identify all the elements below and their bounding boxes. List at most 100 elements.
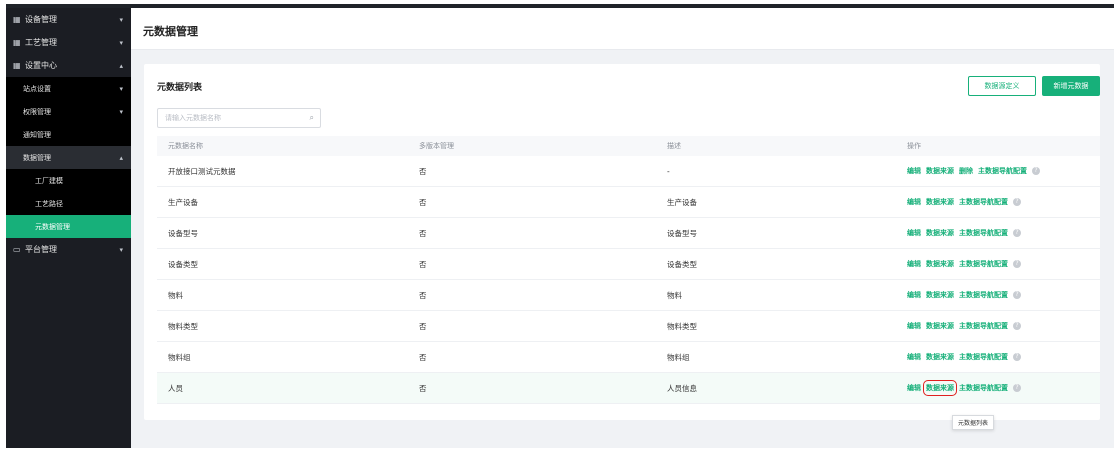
sidebar-item-label: 数据管理: [23, 153, 51, 162]
monitor-icon: ▭: [13, 245, 21, 254]
data-source-link[interactable]: 数据来源: [926, 290, 954, 300]
cell-actions: 编辑 数据来源 主数据导航配置 ?: [903, 228, 1100, 238]
cell-multiversion: 否: [419, 321, 427, 331]
sidebar-item-factory-modeling[interactable]: 工厂建模: [6, 169, 131, 192]
data-source-link[interactable]: 数据来源: [923, 380, 957, 396]
master-data-nav-config-link[interactable]: 主数据导航配置: [978, 166, 1027, 176]
edit-link[interactable]: 编辑: [907, 228, 921, 238]
table-row: 设备类型 否 设备类型 编辑 数据来源 主数据导航配置 ?: [157, 249, 1100, 280]
cell-description: 物料组: [667, 352, 690, 362]
sidebar-item-label: 设备管理: [25, 15, 57, 24]
grid-icon: ▦: [13, 61, 21, 70]
cell-actions: 编辑 数据来源 主数据导航配置 ?: [903, 352, 1100, 362]
sidebar-item-label: 工厂建模: [35, 176, 63, 185]
help-icon[interactable]: ?: [1013, 384, 1021, 392]
data-source-link[interactable]: 数据来源: [926, 228, 954, 238]
help-icon[interactable]: ?: [1013, 291, 1021, 299]
sidebar-item-label: 通知管理: [23, 130, 51, 139]
sidebar-item-process-management[interactable]: ▦ 工艺管理 ▾: [6, 31, 131, 54]
page-header: 元数据管理: [131, 8, 1114, 50]
help-icon[interactable]: ?: [1013, 229, 1021, 237]
sidebar-item-label: 站点设置: [23, 84, 51, 93]
sidebar-item-permission-management[interactable]: 权限管理 ▾: [6, 100, 131, 123]
table-row: 物料 否 物料 编辑 数据来源 主数据导航配置 ?: [157, 280, 1100, 311]
card-title: 元数据列表: [157, 83, 203, 93]
master-data-nav-config-link[interactable]: 主数据导航配置: [959, 259, 1008, 269]
data-source-link[interactable]: 数据来源: [926, 352, 954, 362]
cell-description: 物料: [667, 290, 682, 300]
sidebar-item-label: 权限管理: [23, 107, 51, 116]
cell-multiversion: 否: [419, 383, 427, 393]
cell-multiversion: 否: [419, 197, 427, 207]
help-icon[interactable]: ?: [1013, 322, 1021, 330]
sidebar-item-process-route[interactable]: 工艺路径: [6, 192, 131, 215]
master-data-nav-config-link[interactable]: 主数据导航配置: [959, 383, 1008, 393]
delete-link[interactable]: 删除: [959, 166, 973, 176]
sidebar-submenu-settings: 站点设置 ▾ 权限管理 ▾ 通知管理 数据管理 ▴ 工厂建模 工艺路径 元数据管…: [6, 77, 131, 238]
cell-name: 物料组: [168, 352, 191, 362]
chevron-down-icon: ▾: [119, 15, 123, 24]
table-header: 元数据名称 多版本管理 描述 操作: [157, 136, 1100, 156]
sidebar-item-settings-center[interactable]: ▦ 设置中心 ▴: [6, 54, 131, 77]
sidebar-item-site-settings[interactable]: 站点设置 ▾: [6, 77, 131, 100]
edit-link[interactable]: 编辑: [907, 321, 921, 331]
sidebar-item-label: 工艺管理: [25, 38, 57, 47]
metadata-card: 元数据列表 数据源定义 新增元数据 ⌕ 元数据名称 多版本管理 描述 操作 开放…: [144, 64, 1100, 430]
sidebar-item-platform-management[interactable]: ▭ 平台管理 ▾: [6, 238, 131, 261]
cell-description: -: [667, 166, 670, 176]
column-header-actions: 操作: [907, 142, 921, 150]
datasource-definition-button[interactable]: 数据源定义: [968, 76, 1036, 96]
master-data-nav-config-link[interactable]: 主数据导航配置: [959, 352, 1008, 362]
data-source-link[interactable]: 数据来源: [926, 259, 954, 269]
cell-multiversion: 否: [419, 166, 427, 176]
data-source-link[interactable]: 数据来源: [926, 166, 954, 176]
cell-description: 人员信息: [667, 383, 697, 393]
search-icon[interactable]: ⌕: [310, 113, 314, 123]
table-row: 开放接口测试元数据 否 - 编辑 数据来源 删除 主数据导航配置 ?: [157, 156, 1100, 187]
metadata-table: 元数据名称 多版本管理 描述 操作 开放接口测试元数据 否 - 编辑 数据来源 …: [157, 136, 1100, 430]
page-title: 元数据管理: [143, 25, 198, 38]
edit-link[interactable]: 编辑: [907, 383, 921, 393]
edit-link[interactable]: 编辑: [907, 352, 921, 362]
cell-actions: 编辑 数据来源 删除 主数据导航配置 ?: [903, 166, 1100, 176]
data-source-link[interactable]: 数据来源: [926, 321, 954, 331]
master-data-nav-config-link[interactable]: 主数据导航配置: [959, 197, 1008, 207]
sidebar-item-label: 设置中心: [25, 61, 57, 70]
search-box: ⌕: [157, 108, 321, 128]
column-header-multiversion: 多版本管理: [419, 142, 454, 150]
cell-description: 设备型号: [667, 228, 697, 238]
cell-description: 物料类型: [667, 321, 697, 331]
edit-link[interactable]: 编辑: [907, 290, 921, 300]
edit-link[interactable]: 编辑: [907, 166, 921, 176]
help-icon[interactable]: ?: [1013, 353, 1021, 361]
help-icon[interactable]: ?: [1032, 167, 1040, 175]
grid-icon: ▦: [13, 38, 21, 47]
cell-actions: 编辑 数据来源 主数据导航配置 ?: [903, 197, 1100, 207]
cell-actions: 编辑 数据来源 主数据导航配置 ?: [903, 290, 1100, 300]
table-row: 设备型号 否 设备型号 编辑 数据来源 主数据导航配置 ?: [157, 218, 1100, 249]
master-data-nav-config-link[interactable]: 主数据导航配置: [959, 228, 1008, 238]
sidebar-item-data-management[interactable]: 数据管理 ▴: [6, 146, 131, 169]
sidebar-item-notification-management[interactable]: 通知管理: [6, 123, 131, 146]
cell-name: 物料类型: [168, 321, 198, 331]
edit-link[interactable]: 编辑: [907, 197, 921, 207]
edit-link[interactable]: 编辑: [907, 259, 921, 269]
master-data-nav-config-link[interactable]: 主数据导航配置: [959, 321, 1008, 331]
table-row: 物料组 否 物料组 编辑 数据来源 主数据导航配置 ?: [157, 342, 1100, 373]
cell-actions: 编辑 数据来源 主数据导航配置 ?: [903, 259, 1100, 269]
cell-description: 设备类型: [667, 259, 697, 269]
sidebar-item-device-management[interactable]: ▦ 设备管理 ▾: [6, 8, 131, 31]
cell-multiversion: 否: [419, 259, 427, 269]
sidebar-item-metadata-management[interactable]: 元数据管理: [6, 215, 131, 238]
add-metadata-button[interactable]: 新增元数据: [1042, 76, 1100, 96]
help-icon[interactable]: ?: [1013, 260, 1021, 268]
chevron-up-icon: ▴: [119, 153, 123, 162]
master-data-nav-config-link[interactable]: 主数据导航配置: [959, 290, 1008, 300]
search-input[interactable]: [158, 109, 298, 127]
sidebar-submenu-data: 工厂建模 工艺路径 元数据管理: [6, 169, 131, 238]
data-source-link[interactable]: 数据来源: [926, 197, 954, 207]
column-header-description: 描述: [667, 142, 681, 150]
sidebar-item-label: 工艺路径: [35, 199, 63, 208]
column-header-name: 元数据名称: [168, 142, 203, 150]
help-icon[interactable]: ?: [1013, 198, 1021, 206]
